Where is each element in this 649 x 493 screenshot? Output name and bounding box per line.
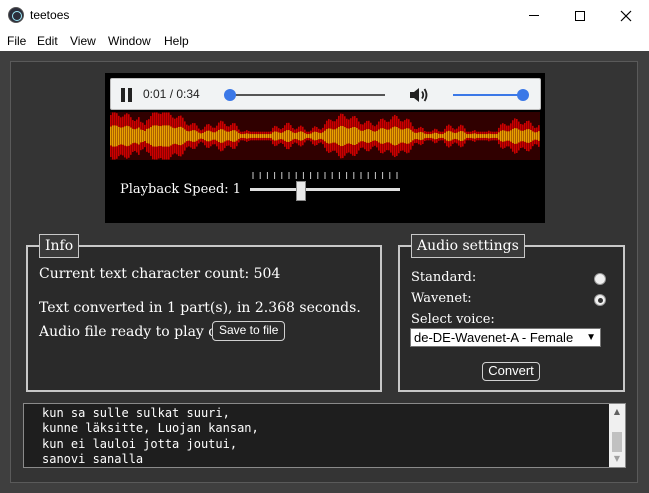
text-line: kun ei lauloi jotta joutui,: [42, 436, 238, 451]
maximize-button[interactable]: [557, 0, 603, 31]
menu-file[interactable]: File: [7, 34, 26, 48]
char-count: Current text character count: 504: [39, 266, 281, 282]
playback-speed-slider[interactable]: [250, 172, 400, 204]
voice-select[interactable]: de-DE-Wavenet-A - Female ▼: [410, 328, 601, 347]
wavenet-label: Wavenet:: [411, 291, 472, 306]
playback-speed-label: Playback Speed: 1: [120, 182, 242, 197]
text-input[interactable]: kun sa sulle sulkat suuri, kunne läksitt…: [23, 403, 626, 468]
save-to-file-button[interactable]: Save to file: [212, 321, 286, 341]
menu-view[interactable]: View: [70, 34, 96, 48]
scroll-down-icon[interactable]: ▼: [609, 451, 625, 467]
app-icon: [8, 7, 24, 23]
waveform: [110, 112, 540, 160]
voice-value: de-DE-Wavenet-A - Female: [414, 330, 574, 345]
dropdown-arrow-icon: ▼: [586, 332, 596, 343]
seek-thumb[interactable]: [223, 89, 236, 101]
pause-icon[interactable]: [121, 88, 133, 102]
time-display: 0:01 / 0:34: [143, 87, 200, 101]
text-line: kun sa sulle sulkat suuri,: [42, 406, 230, 420]
speed-ticks: [252, 172, 398, 179]
text-line: sanovi sanalla: [42, 451, 144, 466]
standard-label: Standard:: [411, 270, 477, 285]
text-scrollbar[interactable]: ▲ ▼: [609, 404, 625, 467]
volume-slider[interactable]: [453, 89, 529, 101]
audio-controls: 0:01 / 0:34: [110, 78, 541, 110]
volume-icon[interactable]: [408, 85, 430, 105]
title-bar: teetoes: [0, 0, 649, 31]
seek-slider[interactable]: [223, 89, 385, 101]
speed-thumb[interactable]: [296, 181, 306, 201]
minimize-button[interactable]: [511, 0, 557, 31]
ready-text: Audio file ready to play or: [39, 324, 224, 340]
volume-thumb[interactable]: [517, 89, 529, 101]
scroll-thumb[interactable]: [612, 432, 622, 452]
voice-label: Select voice:: [411, 312, 495, 327]
close-icon: [620, 10, 632, 21]
conversion-status: Text converted in 1 part(s), in 2.368 se…: [39, 300, 361, 316]
window-title: teetoes: [30, 8, 70, 22]
scroll-up-icon[interactable]: ▲: [609, 404, 625, 420]
close-button[interactable]: [603, 0, 649, 31]
maximize-icon: [575, 10, 585, 21]
info-legend: Info: [39, 234, 80, 258]
menu-edit[interactable]: Edit: [37, 34, 58, 48]
menu-help[interactable]: Help: [164, 34, 189, 48]
wavenet-radio[interactable]: [594, 294, 606, 306]
speed-track: [250, 188, 400, 191]
text-line: kunne läksitte, Luojan kansan,: [42, 421, 259, 436]
menu-bar: File Edit View Window Help: [0, 31, 649, 51]
audio-settings-legend: Audio settings: [411, 234, 525, 258]
standard-radio[interactable]: [594, 273, 606, 285]
convert-button[interactable]: Convert: [482, 362, 540, 381]
minimize-icon: [529, 15, 539, 16]
menu-window[interactable]: Window: [108, 34, 151, 48]
